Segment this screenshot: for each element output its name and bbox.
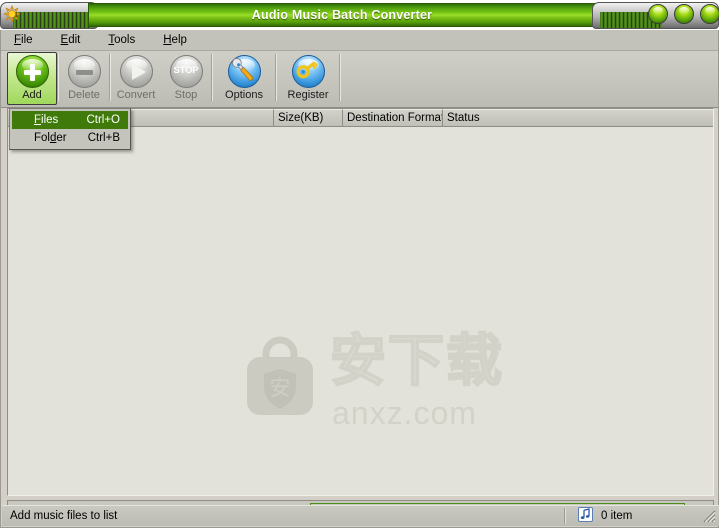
delete-button-label: Delete	[68, 89, 100, 101]
watermark-chinese-text: 安下载	[329, 329, 504, 394]
watermark-bag-icon: 安	[244, 333, 316, 417]
site-watermark: 安 安下载 anxz.com	[244, 323, 503, 443]
file-list-view[interactable]: Path Size(KB) Destination Format Status …	[7, 108, 714, 496]
menu-bar: File Edit Tools Help	[1, 30, 718, 51]
music-note-icon	[578, 507, 593, 525]
status-message: Add music files to list	[10, 510, 118, 522]
stop-glyph-text: STOP	[173, 65, 199, 76]
toolbar: Add Delete Convert STOP Stop Options Reg…	[1, 51, 718, 108]
list-body[interactable]: 安 安下载 anxz.com	[8, 127, 713, 495]
menu-edit[interactable]: Edit	[58, 32, 84, 48]
svg-text:安: 安	[270, 376, 291, 400]
close-button[interactable]	[700, 4, 719, 24]
menu-item-files-shortcut: Ctrl+O	[86, 114, 120, 126]
window-controls	[648, 4, 719, 24]
minus-circle-icon	[67, 55, 101, 88]
register-button[interactable]: Register	[277, 52, 339, 105]
stop-button-label: Stop	[174, 89, 198, 101]
options-button-label: Options	[225, 89, 263, 101]
convert-button-label: Convert	[116, 89, 156, 101]
title-bar-left-grill	[13, 12, 91, 28]
window-title: Audio Music Batch Converter	[251, 8, 433, 22]
stop-button[interactable]: STOP Stop	[161, 52, 211, 105]
wrench-icon	[227, 55, 261, 88]
plus-circle-icon	[15, 55, 49, 88]
menu-help[interactable]: Help	[160, 32, 190, 48]
sun-icon	[3, 5, 21, 23]
menu-item-folder-shortcut: Ctrl+B	[87, 132, 120, 144]
toolbar-separator	[339, 54, 341, 101]
column-size[interactable]: Size(KB)	[274, 109, 343, 127]
application-window: Audio Music Batch Converter File Edit To…	[0, 0, 719, 528]
delete-button[interactable]: Delete	[59, 52, 109, 105]
options-button[interactable]: Options	[213, 52, 275, 105]
register-button-label: Register	[287, 89, 329, 101]
key-icon	[291, 55, 325, 88]
status-item-section: 0 item	[566, 507, 701, 525]
title-bar: Audio Music Batch Converter	[0, 0, 719, 30]
play-circle-icon	[119, 55, 153, 88]
menu-file[interactable]: File	[11, 32, 36, 48]
window-body: File Edit Tools Help Add Delete Convert …	[0, 30, 719, 528]
minimize-button[interactable]	[648, 4, 668, 24]
column-status[interactable]: Status	[443, 109, 713, 127]
watermark-url-text: anxz.com	[332, 395, 477, 431]
menu-item-files[interactable]: Files Ctrl+O	[12, 111, 128, 129]
add-dropdown-menu: Files Ctrl+O Folder Ctrl+B	[9, 108, 131, 150]
maximize-button[interactable]	[674, 4, 694, 24]
menu-item-folder[interactable]: Folder Ctrl+B	[12, 129, 128, 147]
convert-button[interactable]: Convert	[111, 52, 161, 105]
add-button-label: Add	[22, 89, 42, 101]
menu-tools[interactable]: Tools	[105, 32, 138, 48]
status-bar: Add music files to list 0 item	[2, 505, 719, 526]
add-button[interactable]: Add	[7, 52, 57, 105]
item-count-label: 0 item	[601, 510, 633, 522]
column-destination-format[interactable]: Destination Format	[343, 109, 443, 127]
resize-grip-icon[interactable]	[701, 508, 717, 524]
stop-circle-icon: STOP	[169, 55, 203, 88]
